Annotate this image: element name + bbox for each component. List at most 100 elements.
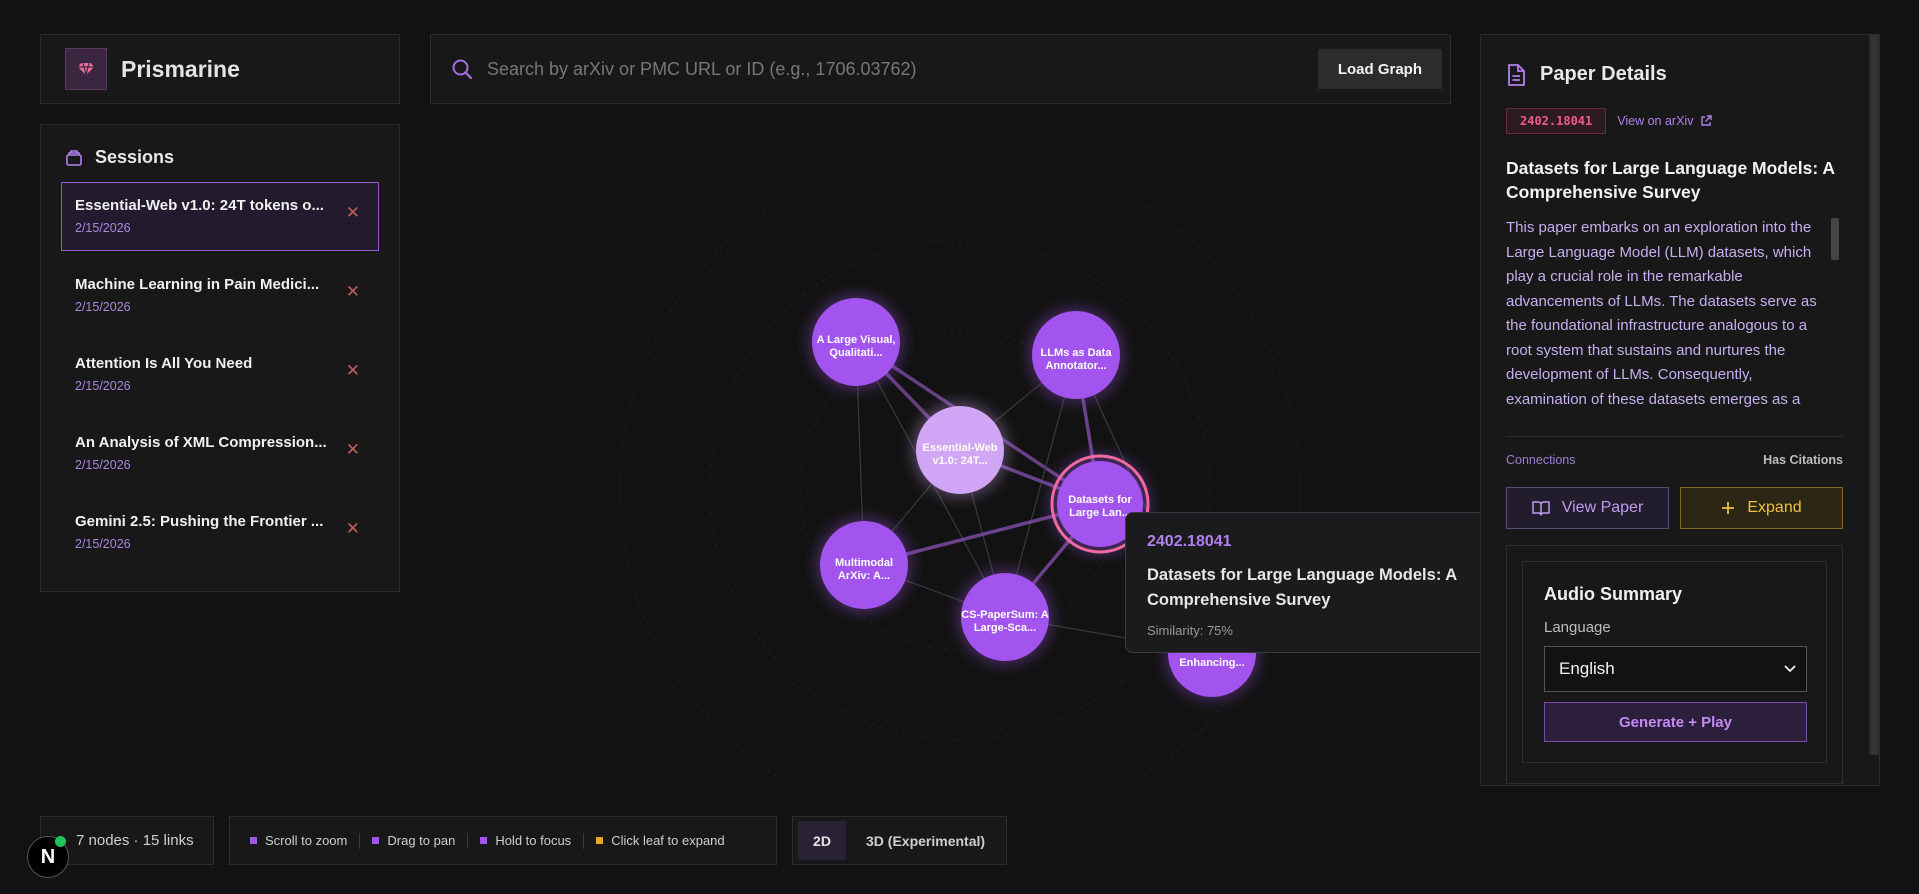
plus-icon	[1722, 502, 1735, 514]
session-title: Essential-Web v1.0: 24T tokens o...	[75, 197, 324, 214]
node-label: Essential-Web	[923, 442, 998, 454]
node-label: A Large Visual,	[817, 334, 896, 346]
hint-marker	[596, 837, 604, 844]
remove-session-icon[interactable]: ✕	[346, 440, 360, 460]
document-icon	[1508, 63, 1525, 86]
sessions-header: Sessions	[61, 147, 379, 168]
chevron-down-icon	[1784, 665, 1796, 673]
brand-name: Prismarine	[121, 55, 240, 82]
hint-scroll-zoom: Scroll to zoom	[250, 833, 347, 848]
connections-row: Connections Has Citations	[1506, 453, 1843, 467]
graph-node[interactable]: CS-PaperSum: A Large-Sca...	[957, 569, 1053, 665]
details-scrollbar-thumb[interactable]	[1870, 35, 1878, 755]
generate-play-label: Generate + Play	[1619, 713, 1732, 731]
node-label: Qualitati...	[829, 347, 882, 359]
connections-label: Connections	[1506, 453, 1576, 467]
remove-session-icon[interactable]: ✕	[346, 519, 360, 539]
sessions-panel: Sessions Essential-Web v1.0: 24T tokens …	[40, 124, 400, 592]
session-item-1[interactable]: Machine Learning in Pain Medici... 2/15/…	[61, 261, 379, 330]
external-link-icon	[1701, 115, 1713, 126]
search-icon	[452, 59, 473, 80]
node-label: Datasets for	[1068, 494, 1132, 506]
mode-3d-button[interactable]: 3D (Experimental)	[866, 833, 985, 849]
search-input[interactable]	[487, 58, 1318, 80]
paper-details-panel: Paper Details 2402.18041 View on arXiv D…	[1480, 34, 1880, 786]
arxiv-link-label: View on arXiv	[1617, 114, 1694, 128]
citation-graph[interactable]: A Large Visual, Qualitati... LLMs as Dat…	[560, 200, 1380, 780]
sessions-title: Sessions	[95, 147, 175, 167]
hint-label: Hold to focus	[495, 833, 572, 848]
graph-node[interactable]: Multimodal ArXiv: A...	[816, 517, 912, 613]
status-dot	[55, 836, 66, 847]
brand-bar: Prismarine	[40, 34, 400, 104]
view-paper-label: View Paper	[1561, 499, 1644, 516]
session-item-4[interactable]: Gemini 2.5: Pushing the Frontier ... 2/1…	[61, 498, 379, 567]
node-label: Multimodal	[835, 557, 893, 569]
node-label: Large-Sca...	[974, 622, 1036, 634]
connections-value: Has Citations	[1763, 453, 1843, 467]
session-title: Machine Learning in Pain Medici...	[75, 276, 320, 293]
session-title: An Analysis of XML Compression...	[75, 434, 327, 451]
prism-logo-icon	[65, 48, 107, 90]
node-label: CS-PaperSum: A	[961, 609, 1049, 621]
session-item-2[interactable]: Attention Is All You Need 2/15/2026 ✕	[61, 340, 379, 409]
language-select[interactable]: English	[1544, 646, 1807, 692]
paper-abstract[interactable]: This paper embarks on an exploration int…	[1506, 216, 1843, 412]
divider	[1506, 436, 1843, 437]
audio-summary-card: Audio Summary Language English Generate …	[1522, 561, 1827, 763]
hint-click-expand: Click leaf to expand	[596, 833, 725, 848]
graph-stats-text: 7 nodes · 15 links	[76, 832, 194, 849]
details-header: Paper Details	[1506, 63, 1843, 86]
abstract-scrollbar[interactable]	[1831, 218, 1839, 260]
expand-button[interactable]: Expand	[1680, 487, 1843, 529]
node-label: v1.0: 24T...	[932, 455, 987, 467]
session-item-0[interactable]: Essential-Web v1.0: 24T tokens o... 2/15…	[61, 182, 379, 251]
session-date: 2/15/2026	[75, 537, 131, 551]
graph-node[interactable]: Essential-Web v1.0: 24T...	[912, 402, 1008, 498]
session-title: Attention Is All You Need	[75, 355, 253, 372]
node-label: Enhancing...	[1179, 657, 1244, 669]
abstract-text: This paper embarks on an exploration int…	[1506, 219, 1817, 408]
session-date: 2/15/2026	[75, 300, 131, 314]
details-title: Paper Details	[1540, 63, 1667, 85]
remove-session-icon[interactable]: ✕	[346, 361, 360, 381]
tooltip-similarity: Similarity: 75%	[1147, 623, 1233, 638]
hint-marker	[250, 837, 257, 844]
hint-drag-pan: Drag to pan	[372, 833, 455, 848]
node-label: Annotator...	[1045, 360, 1106, 372]
audio-summary-container: Audio Summary Language English Generate …	[1506, 545, 1843, 784]
tooltip-paper-title: Datasets for Large Language Models: A Co…	[1147, 566, 1457, 609]
hint-label: Click leaf to expand	[611, 833, 725, 848]
session-date: 2/15/2026	[75, 458, 131, 472]
session-date: 2/15/2026	[75, 221, 131, 235]
node-label: ArXiv: A...	[838, 570, 890, 582]
node-label: Large Lan...	[1069, 507, 1131, 519]
language-label: Language	[1544, 619, 1611, 636]
remove-session-icon[interactable]: ✕	[346, 203, 360, 223]
generate-play-button[interactable]: Generate + Play	[1544, 702, 1807, 742]
book-icon	[1531, 501, 1550, 516]
session-item-3[interactable]: An Analysis of XML Compression... 2/15/2…	[61, 419, 379, 488]
hint-label: Scroll to zoom	[265, 833, 348, 848]
view-mode-toggle: 2D 3D (Experimental)	[792, 816, 1007, 865]
node-label: LLMs as Data	[1041, 347, 1113, 359]
graph-node[interactable]: LLMs as Data Annotator...	[1028, 307, 1124, 403]
view-on-arxiv-link[interactable]: View on arXiv	[1617, 114, 1713, 128]
view-paper-button[interactable]: View Paper	[1506, 487, 1669, 529]
graph-node[interactable]: A Large Visual, Qualitati...	[808, 294, 904, 390]
sessions-icon	[66, 149, 82, 166]
paper-title: Datasets for Large Language Models: A Co…	[1506, 158, 1835, 202]
arxiv-id-badge: 2402.18041	[1506, 108, 1607, 134]
remove-session-icon[interactable]: ✕	[346, 282, 360, 302]
hint-hold-focus: Hold to focus	[480, 833, 571, 848]
session-title: Gemini 2.5: Pushing the Frontier ...	[75, 513, 324, 530]
search-bar: Load Graph	[430, 34, 1451, 104]
expand-label: Expand	[1747, 499, 1802, 516]
hint-marker	[480, 837, 488, 844]
audio-summary-title: Audio Summary	[1544, 584, 1683, 604]
mode-2d-button[interactable]: 2D	[798, 821, 846, 860]
details-scrollbar[interactable]	[1869, 35, 1879, 755]
node-tooltip: 2402.18041 Datasets for Large Language M…	[1125, 512, 1498, 653]
hint-label: Drag to pan	[387, 833, 456, 848]
load-graph-button[interactable]: Load Graph	[1317, 49, 1442, 89]
